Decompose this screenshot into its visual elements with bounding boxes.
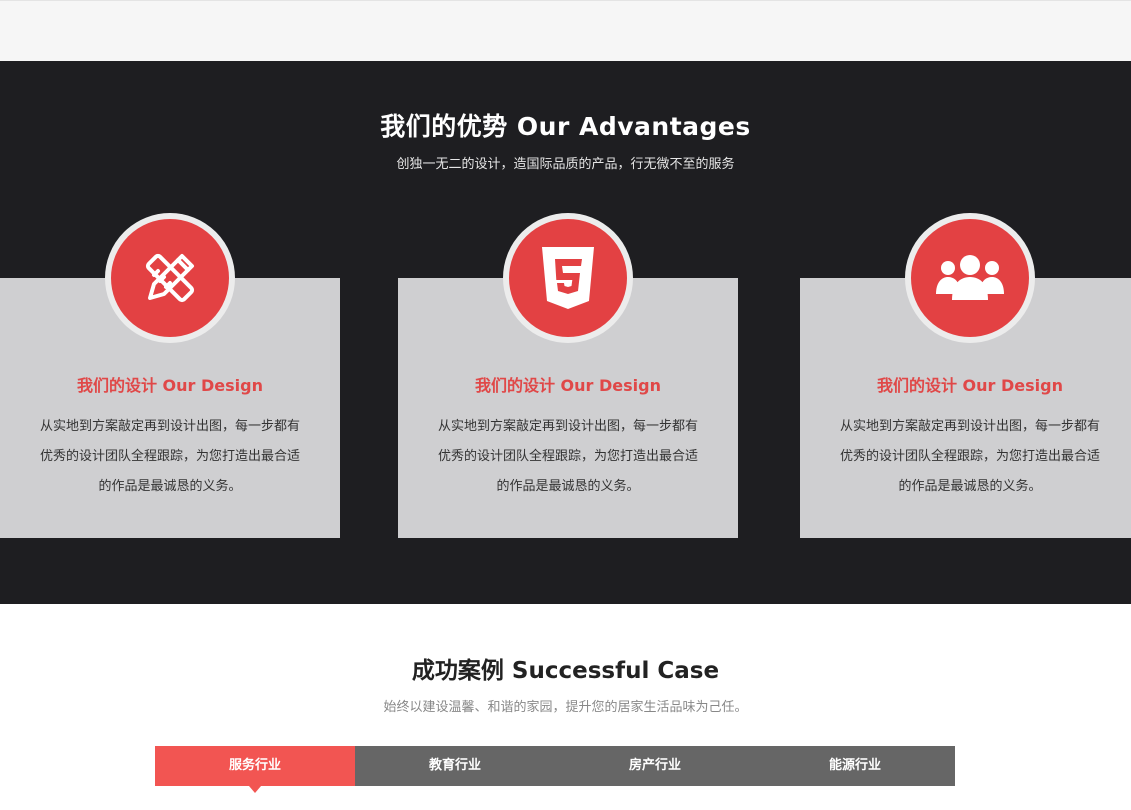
advantage-card-html5: 我们的设计 Our Design 从实地到方案敲定再到设计出图，每一步都有优秀的… — [398, 213, 738, 538]
html5-icon — [503, 213, 633, 343]
advantages-title: 我们的优势 Our Advantages — [380, 112, 751, 141]
card-title: 我们的设计 Our Design — [474, 376, 661, 395]
active-tab-caret — [249, 786, 261, 793]
cases-title: 成功案例 Successful Case — [411, 658, 720, 684]
tab-education-industry[interactable]: 教育行业 — [355, 746, 555, 786]
advantage-card-team: 我们的设计 Our Design 从实地到方案敲定再到设计出图，每一步都有优秀的… — [800, 213, 1131, 538]
card-title: 我们的设计 Our Design — [76, 376, 263, 395]
cases-subtitle: 始终以建设温馨、和谐的家园，提升您的居家生活品味为己任。 — [383, 700, 748, 715]
cases-section: 成功案例 Successful Case 始终以建设温馨、和谐的家园，提升您的居… — [0, 604, 1131, 810]
pencil-ruler-icon — [105, 213, 235, 343]
advantage-card-design: 我们的设计 Our Design 从实地到方案敲定再到设计出图，每一步都有优秀的… — [0, 213, 340, 538]
card-text: 从实地到方案敲定再到设计出图，每一步都有优秀的设计团队全程跟踪，为您打造出最合适… — [839, 419, 1100, 494]
top-strip — [0, 0, 1131, 61]
tab-service-industry[interactable]: 服务行业 — [155, 746, 355, 786]
tab-real-estate-industry[interactable]: 房产行业 — [555, 746, 755, 786]
tab-energy-industry[interactable]: 能源行业 — [755, 746, 955, 786]
card-text: 从实地到方案敲定再到设计出图，每一步都有优秀的设计团队全程跟踪，为您打造出最合适… — [39, 419, 300, 494]
advantages-subtitle: 创独一无二的设计，造国际品质的产品，行无微不至的服务 — [396, 157, 735, 172]
advantages-section: 我们的优势 Our Advantages 创独一无二的设计，造国际品质的产品，行… — [0, 61, 1131, 604]
case-tabs: 服务行业 教育行业 房产行业 能源行业 — [155, 746, 955, 793]
card-title: 我们的设计 Our Design — [876, 376, 1063, 395]
users-icon — [905, 213, 1035, 343]
card-text: 从实地到方案敲定再到设计出图，每一步都有优秀的设计团队全程跟踪，为您打造出最合适… — [437, 419, 698, 494]
